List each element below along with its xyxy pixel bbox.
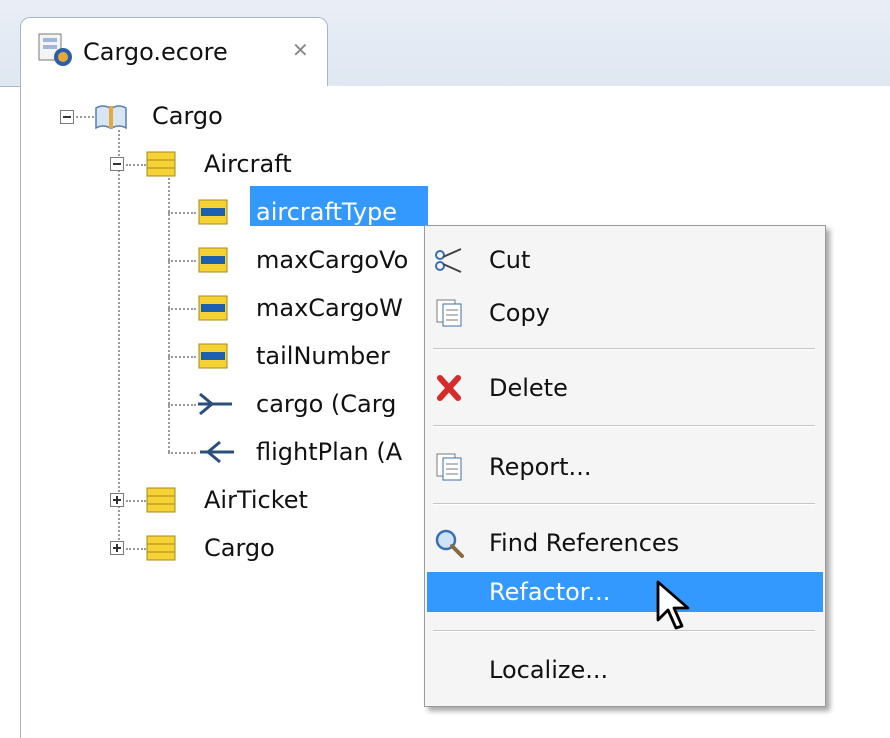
menu-item-label: Find References: [489, 529, 680, 557]
scissors-icon: [435, 248, 462, 273]
menu-item-refactor[interactable]: Refactor...: [427, 572, 823, 612]
menu-item-label: Localize...: [489, 656, 609, 684]
tree-connector: [118, 130, 120, 548]
ecore-file-icon: [38, 33, 72, 66]
tree-connector: [168, 404, 196, 406]
eattribute-icon: [198, 343, 228, 369]
copy-icon: [436, 299, 462, 327]
editor-tab-title: Cargo.ecore: [83, 38, 228, 66]
tree-item-label[interactable]: maxCargoW: [256, 293, 403, 323]
tree-connector: [168, 260, 196, 262]
menu-item-report[interactable]: Report...: [427, 447, 823, 487]
menu-item-find-references[interactable]: Find References: [427, 523, 823, 563]
collapse-toggle-aircraft[interactable]: [110, 157, 124, 171]
tree-item-label[interactable]: maxCargoVo: [256, 245, 408, 275]
tree-connector: [168, 452, 196, 454]
menu-separator: [433, 425, 815, 427]
eattribute-icon: [198, 199, 228, 225]
menu-separator: [433, 630, 815, 632]
menu-item-cut[interactable]: Cut: [427, 240, 823, 280]
eclass-icon: [146, 151, 176, 177]
tree-item-label[interactable]: AirTicket: [204, 485, 308, 515]
editor-tab[interactable]: Cargo.ecore ✕: [20, 17, 328, 88]
tree-item-label[interactable]: Cargo: [152, 101, 223, 131]
menu-item-localize[interactable]: Localize...: [427, 650, 823, 690]
mouse-pointer-icon: [656, 580, 690, 630]
tree-connector: [126, 500, 146, 502]
ereference-in-icon: [200, 440, 234, 464]
tree-item-label[interactable]: Aircraft: [204, 149, 292, 179]
eattribute-icon: [198, 247, 228, 273]
collapse-toggle-cargo-package[interactable]: [60, 110, 74, 124]
menu-item-label: Copy: [489, 299, 550, 327]
tree-item-label[interactable]: Cargo: [204, 533, 275, 563]
menu-item-copy[interactable]: Copy: [427, 293, 823, 333]
tree-item-label[interactable]: flightPlan (A: [256, 437, 402, 467]
menu-separator: [433, 503, 815, 505]
tree-connector: [168, 178, 170, 452]
menu-item-label: Report...: [489, 453, 592, 481]
tree-connector: [168, 356, 196, 358]
tree-item-label[interactable]: aircraftType: [256, 197, 397, 227]
tree-connector: [168, 212, 196, 214]
magnifier-icon: [435, 529, 464, 558]
expand-toggle-airticket[interactable]: [110, 493, 124, 507]
tree-connector: [126, 164, 146, 166]
epackage-book-icon: [95, 105, 127, 130]
close-icon[interactable]: ✕: [292, 38, 309, 62]
tree-item-label[interactable]: cargo (Carg: [256, 389, 396, 419]
eclass-icon: [146, 487, 176, 513]
menu-item-label: Refactor...: [489, 578, 611, 606]
menu-item-label: Cut: [489, 246, 531, 274]
tree-connector: [126, 548, 146, 550]
menu-item-label: Delete: [489, 374, 568, 402]
eattribute-icon: [198, 295, 228, 321]
report-icon: [436, 453, 462, 481]
tree-connector: [168, 308, 196, 310]
eclass-icon: [146, 535, 176, 561]
editor-tab-bar: Cargo.ecore ✕: [0, 0, 890, 88]
tree-connector: [76, 116, 94, 118]
expand-toggle-cargo-class[interactable]: [110, 541, 124, 555]
menu-item-delete[interactable]: Delete: [427, 368, 823, 408]
tree-item-label[interactable]: tailNumber: [256, 341, 390, 371]
delete-x-icon: [437, 375, 461, 401]
menu-separator: [433, 348, 815, 350]
context-menu: Cut Copy Delete Report... Find Reference…: [424, 225, 826, 707]
ereference-out-icon: [198, 392, 232, 416]
